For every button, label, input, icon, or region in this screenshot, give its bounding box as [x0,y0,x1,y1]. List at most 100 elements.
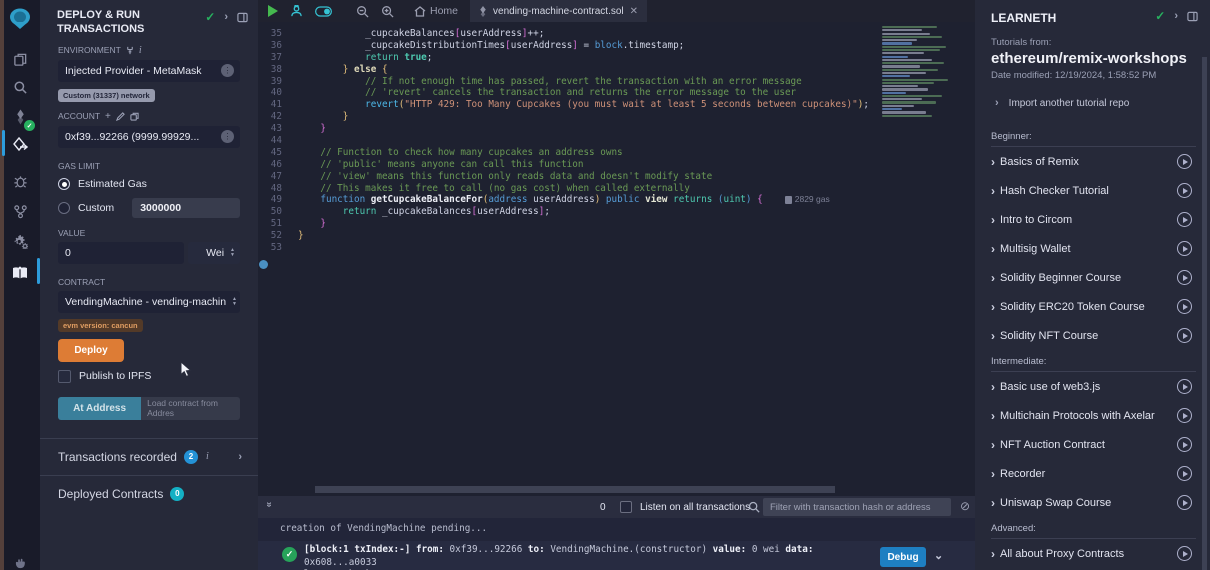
tutorial-item[interactable]: ›All about Proxy Contracts [991,539,1196,568]
play-tutorial-button[interactable] [1177,212,1192,227]
remix-logo-icon[interactable] [0,6,40,32]
publish-ipfs-checkbox[interactable] [58,370,71,383]
code-line[interactable]: 35 _cupcakeBalances[userAddress]++; [258,28,975,40]
deployed-contracts-row[interactable]: Deployed Contracts 0 [40,475,258,512]
code-line[interactable]: 41 revert("HTTP 429: Too Many Cupcakes (… [258,99,975,111]
code-line[interactable]: 36 _cupcakeDistributionTimes[userAddress… [258,40,975,52]
play-tutorial-button[interactable] [1177,466,1192,481]
learneth-icon[interactable] [0,258,40,288]
pin-learneth-icon[interactable] [1187,11,1198,22]
tutorial-item[interactable]: ›Solidity ERC20 Token Course [991,292,1196,321]
collapse-learneth-icon[interactable]: › [1174,10,1178,22]
tutorial-item[interactable]: ›Basics of Remix [991,147,1196,176]
toggle-switch-icon[interactable] [309,0,338,22]
tutorial-item[interactable]: ›Recorder [991,459,1196,488]
debug-button[interactable]: Debug [880,547,926,567]
play-tutorial-button[interactable] [1177,299,1192,314]
code-line[interactable]: 47 // 'view' means this function only re… [258,171,975,183]
minimap[interactable] [882,26,958,122]
code-line[interactable]: 51 } [258,218,975,230]
value-input[interactable]: 0 [58,242,184,264]
git-branch-icon[interactable] [0,196,40,226]
play-tutorial-button[interactable] [1177,408,1192,423]
assistant-icon[interactable] [284,0,309,22]
home-tab[interactable]: Home [408,0,458,22]
code-line[interactable]: 39 // If not enough time has passed, rev… [258,76,975,88]
collapse-panel-icon[interactable]: › [224,11,228,23]
play-tutorial-button[interactable] [1177,241,1192,256]
unit-stepper-icon[interactable]: ▲▼ [230,248,235,257]
solidity-compiler-icon[interactable]: ✓ [0,102,40,132]
tutorial-item[interactable]: ›Solidity NFT Course [991,321,1196,350]
account-select[interactable]: 0xf39...92266 (9999.99929... ⋮ [58,126,240,148]
tutorial-item[interactable]: ›NFT Auction Contract [991,430,1196,459]
code-line[interactable]: 45 // Function to check how many cupcake… [258,147,975,159]
contract-select[interactable]: VendingMachine - vending-machin ▲▼ [58,291,240,313]
transactions-recorded-row[interactable]: Transactions recorded 2 i › [40,438,258,475]
play-tutorial-button[interactable] [1177,546,1192,561]
transactions-info-icon[interactable]: i [206,451,209,462]
play-tutorial-button[interactable] [1177,379,1192,394]
custom-gas-radio[interactable] [58,202,70,214]
horizontal-scrollbar[interactable] [315,486,835,493]
clear-terminal-icon[interactable]: ⊘ [960,499,970,513]
grab-hand-icon[interactable] [0,548,40,570]
tutorial-item[interactable]: ›Basic use of web3.js [991,372,1196,401]
code-line[interactable]: 50 return _cupcakeBalances[userAddress]; [258,206,975,218]
pin-panel-icon[interactable] [237,12,248,23]
play-tutorial-button[interactable] [1177,270,1192,285]
learneth-scrollbar[interactable] [1202,57,1207,570]
expand-transactions-icon[interactable]: › [238,451,242,463]
code-line[interactable]: 52} [258,230,975,242]
debugger-icon[interactable] [0,166,40,196]
plug-icon[interactable] [126,46,134,55]
copy-account-icon[interactable] [130,112,139,121]
tutorial-item[interactable]: ›Multichain Protocols with Axelar [991,401,1196,430]
at-address-button[interactable]: At Address [58,397,141,420]
environment-select[interactable]: Injected Provider - MetaMask ⋮ [58,60,240,82]
zoom-out-icon[interactable] [350,0,375,22]
add-account-icon[interactable]: + [105,111,111,122]
code-line[interactable]: 53 [258,242,975,254]
search-icon[interactable] [0,72,40,102]
play-tutorial-button[interactable] [1177,495,1192,510]
deploy-run-icon[interactable] [0,130,40,160]
zoom-in-icon[interactable] [375,0,400,22]
run-script-button[interactable] [261,0,284,22]
code-editor[interactable]: 35 _cupcakeBalances[userAddress]++;36 _c… [258,22,975,496]
code-line[interactable]: 48 // This makes it free to call (no gas… [258,183,975,195]
sign-message-icon[interactable] [116,112,125,121]
tutorial-item[interactable]: ›Hash Checker Tutorial [991,176,1196,205]
environment-info-icon[interactable]: i [139,45,142,56]
terminal-filter-input[interactable]: Filter with transaction hash or address [763,498,951,516]
close-tab-icon[interactable]: ✕ [630,6,638,17]
custom-gas-input[interactable]: 3000000 [132,198,240,218]
import-repo-row[interactable]: › Import another tutorial repo [995,97,1194,109]
tutorial-item[interactable]: ›Uniswap Swap Course [991,488,1196,517]
code-line[interactable]: 44 [258,135,975,147]
code-line[interactable]: 42 } [258,111,975,123]
at-address-input[interactable]: Load contract from Addres [141,397,240,420]
account-settings-icon[interactable]: ⋮ [221,130,234,143]
play-tutorial-button[interactable] [1177,437,1192,452]
play-tutorial-button[interactable] [1177,328,1192,343]
code-line[interactable]: 38 } else { [258,64,975,76]
file-explorer-icon[interactable] [0,44,40,74]
code-line[interactable]: 49 function getCupcakeBalanceFor(address… [258,194,975,206]
estimated-gas-radio[interactable] [58,178,70,190]
tutorial-item[interactable]: ›Multisig Wallet [991,234,1196,263]
code-line[interactable]: 40 // 'revert' cancels the transaction a… [258,87,975,99]
tutorial-item[interactable]: ›Solidity Beginner Course [991,263,1196,292]
plugin-manager-icon[interactable] [0,226,40,256]
collapse-terminal-icon[interactable]: » [263,502,274,508]
tutorial-item[interactable]: ›Intro to Circom [991,205,1196,234]
play-tutorial-button[interactable] [1177,183,1192,198]
expand-tx-icon[interactable]: ⌄ [934,549,943,562]
deploy-button[interactable]: Deploy [58,339,124,362]
transaction-log-entry[interactable]: ✓ [block:1 txIndex:-] from: 0xf39...9226… [258,541,975,570]
code-line[interactable]: 43 } [258,123,975,135]
code-line[interactable]: 46 // 'public' means anyone can call thi… [258,159,975,171]
code-line[interactable]: 37 return true; [258,52,975,64]
environment-settings-icon[interactable]: ⋮ [221,64,234,77]
listen-all-checkbox[interactable] [620,501,632,513]
